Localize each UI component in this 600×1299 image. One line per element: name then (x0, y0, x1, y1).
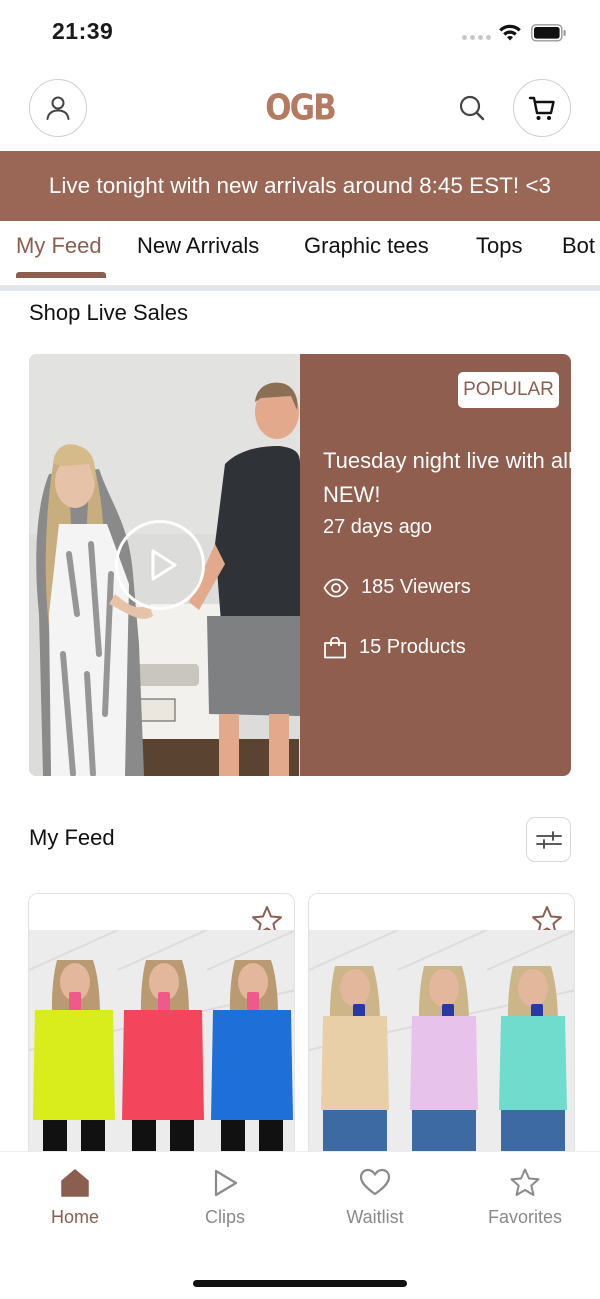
viewers-row: 185 Viewers (323, 576, 471, 599)
play-icon (214, 1169, 238, 1197)
popular-badge: POPULAR (458, 372, 559, 408)
viewers-count: 185 Viewers (361, 576, 471, 598)
wifi-icon (499, 24, 521, 41)
nav-clips[interactable]: Clips (165, 1167, 285, 1228)
live-sale-title: Tuesday night live with all NEW! (323, 448, 571, 507)
cellular-signal-icon (462, 35, 491, 40)
battery-icon (531, 24, 566, 42)
app-header: OGB (0, 78, 600, 140)
product-image[interactable] (29, 930, 294, 1162)
active-tab-indicator (16, 272, 106, 278)
status-bar: 21:39 (0, 0, 600, 66)
search-icon[interactable] (456, 92, 488, 124)
profile-icon (46, 96, 70, 120)
brand-logo[interactable]: OGB (265, 85, 336, 131)
eye-icon (323, 578, 349, 597)
nav-home[interactable]: Home (15, 1167, 135, 1228)
live-sale-age: 27 days ago (323, 516, 432, 538)
filter-button[interactable] (526, 817, 571, 862)
section-title-feed: My Feed (29, 825, 115, 850)
live-sale-card[interactable]: POPULAR Tuesday night live with all NEW!… (29, 354, 571, 776)
sliders-icon (535, 830, 562, 849)
home-icon (61, 1169, 89, 1197)
section-title-live: Shop Live Sales (29, 300, 188, 325)
products-count: 15 Products (359, 636, 466, 658)
play-icon (151, 549, 177, 581)
home-indicator[interactable] (193, 1280, 407, 1287)
tab-new-arrivals[interactable]: New Arrivals (137, 233, 259, 259)
nav-label: Clips (204, 1207, 245, 1227)
product-image-art (29, 930, 294, 1162)
announcement-banner: Live tonight with new arrivals around 8:… (0, 151, 600, 221)
products-row: 15 Products (323, 636, 466, 659)
tab-my-feed[interactable]: My Feed (16, 233, 102, 259)
nav-waitlist[interactable]: Waitlist (315, 1167, 435, 1228)
nav-label: Home (50, 1207, 99, 1227)
banner-text: Live tonight with new arrivals around 8:… (48, 173, 552, 198)
cart-button[interactable] (513, 79, 571, 137)
heart-icon (359, 1168, 391, 1196)
tab-tops[interactable]: Tops (476, 233, 522, 259)
shopping-bag-icon (324, 636, 346, 658)
live-video-thumbnail[interactable] (29, 354, 300, 776)
cart-icon (528, 96, 555, 120)
product-image-art (309, 930, 574, 1162)
play-button[interactable] (115, 520, 205, 610)
nav-label: Waitlist (346, 1207, 404, 1227)
category-tabs: My Feed New Arrivals Graphic tees Tops B… (0, 221, 600, 291)
tab-bottoms[interactable]: Bot (562, 233, 595, 259)
bottom-navigation: Home Clips Waitlist Favorites (0, 1151, 600, 1299)
product-image[interactable] (309, 930, 574, 1162)
nav-favorites[interactable]: Favorites (465, 1167, 585, 1228)
tab-graphic-tees[interactable]: Graphic tees (304, 233, 429, 259)
nav-label: Favorites (487, 1207, 563, 1227)
star-icon (510, 1168, 540, 1196)
profile-button[interactable] (29, 79, 87, 137)
product-card[interactable] (28, 893, 295, 1163)
status-time: 21:39 (52, 18, 114, 44)
product-card[interactable] (308, 893, 575, 1163)
